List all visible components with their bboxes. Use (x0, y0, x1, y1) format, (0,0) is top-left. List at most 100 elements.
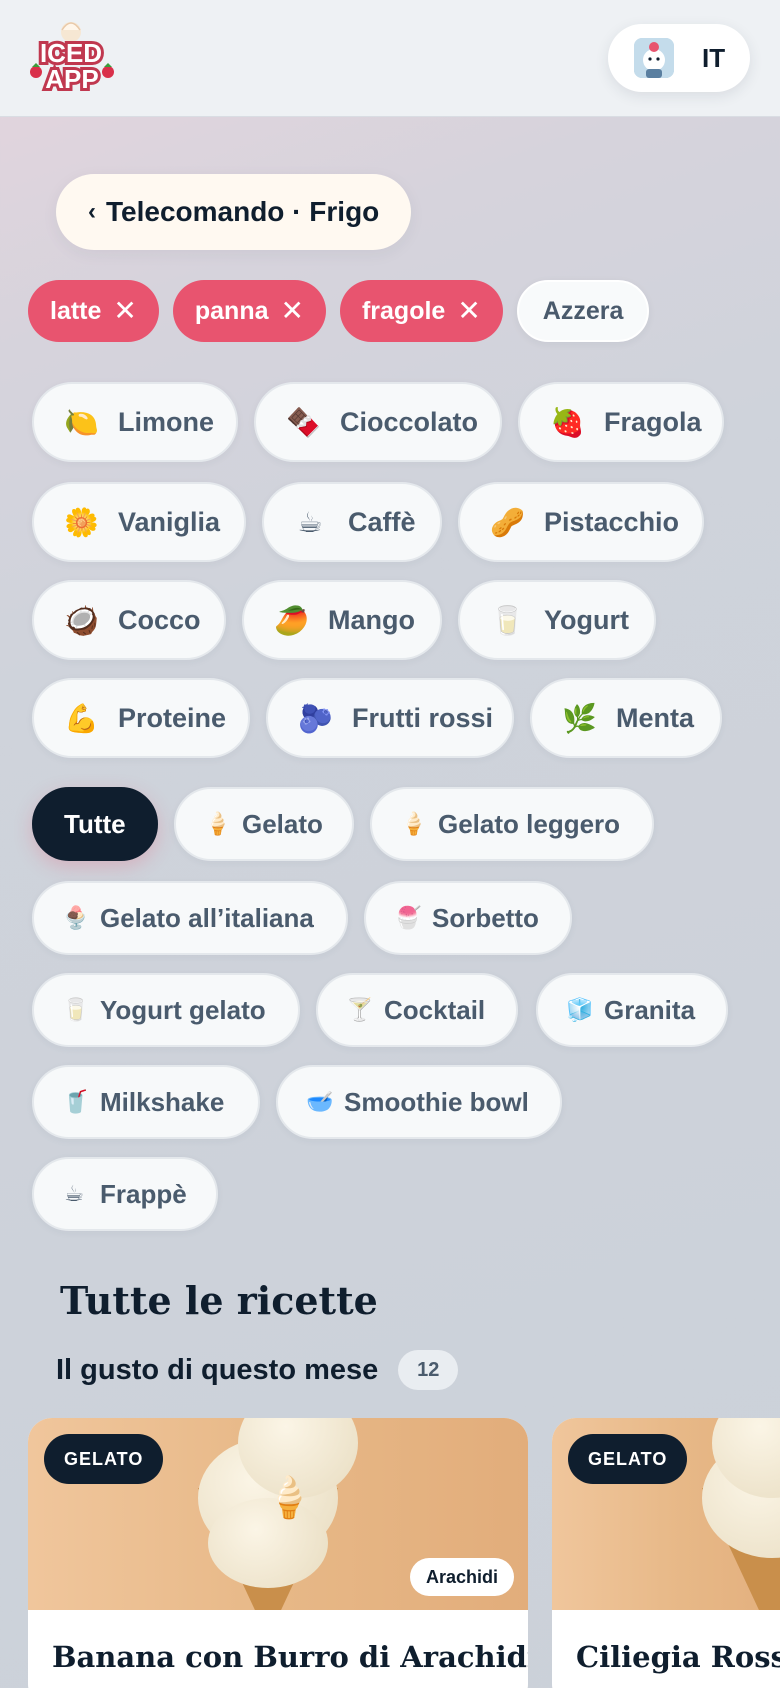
flavor-pill-cioccolato[interactable]: 🍫 Cioccolato (254, 382, 502, 462)
svg-text:APP: APP (45, 64, 98, 94)
coffee-icon: ☕ (297, 506, 323, 538)
category-label: Granita (604, 994, 696, 1025)
recipe-card[interactable]: 🍦 GELATO Arachidi Banana con Burro di Ar… (28, 1418, 528, 1688)
recipe-card[interactable]: GELATO Ciliegia Rossa (552, 1418, 780, 1688)
flavor-label: Mango (328, 604, 415, 635)
filter-chip-label: latte (50, 296, 102, 325)
section-subtitle: Il gusto di questo mese (56, 1353, 379, 1386)
category-pill-granita[interactable]: 🧊 Granita (536, 973, 728, 1047)
coconut-icon: 🥥 (64, 604, 99, 636)
cup-with-straw-icon: 🥤 (62, 1089, 90, 1114)
filter-chip-fragole[interactable]: fragole ✕ (339, 280, 503, 342)
iced-app-logo[interactable]: ICED APP (26, 18, 116, 96)
category-pill-smoothie-bowl[interactable]: 🥣 Smoothie bowl (276, 1065, 562, 1139)
category-label: Tutte (64, 808, 126, 839)
category-pill-yogurt-gelato[interactable]: 🥛 Yogurt gelato (32, 973, 300, 1047)
language-selector[interactable]: IT (608, 24, 750, 92)
category-label: Gelato (242, 808, 323, 839)
category-pill-gelato[interactable]: 🍦 Gelato (174, 787, 354, 861)
category-label: Sorbetto (432, 902, 539, 933)
bowl-icon: 🥣 (306, 1089, 334, 1114)
flavor-pill-limone[interactable]: 🍋 Limone (32, 382, 238, 462)
category-label: Milkshake (100, 1086, 225, 1117)
cocktail-glass-icon: 🍸 (346, 997, 374, 1022)
flavor-label: Proteine (118, 702, 227, 733)
lemon-icon: 🍋 (64, 406, 99, 438)
category-pill-milkshake[interactable]: 🥤 Milkshake (32, 1065, 260, 1139)
flavor-label: Cocco (118, 604, 201, 635)
flavor-pill-mango[interactable]: 🥭 Mango (242, 580, 442, 660)
strawberry-icon: 🍓 (550, 406, 585, 438)
category-pill-gelato-allitaliana[interactable]: 🍨 Gelato all’italiana (32, 881, 348, 955)
ice-cream-cup-icon: 🍨 (62, 905, 90, 930)
flavor-label: Caffè (348, 506, 416, 537)
blueberries-icon: 🫐 (298, 702, 333, 734)
recipe-category-badge: GELATO (568, 1434, 688, 1484)
recipe-title: Banana con Burro di Arachidi (52, 1640, 528, 1674)
category-label: Frappè (100, 1178, 187, 1209)
category-label: Smoothie bowl (344, 1086, 529, 1117)
ice-cream-cone-icon: 🍦 (400, 811, 428, 836)
recipe-category-badge: GELATO (44, 1434, 164, 1484)
flavor-label: Menta (616, 702, 695, 733)
breadcrumb-label: Telecomando · Frigo (106, 196, 380, 227)
category-pill-tutte[interactable]: Tutte (32, 787, 158, 861)
filter-chip-latte[interactable]: latte ✕ (28, 280, 159, 342)
close-icon[interactable]: ✕ (457, 297, 480, 325)
breadcrumb-back-button[interactable]: ‹ Telecomando · Frigo (56, 174, 412, 250)
milk-glass-icon: 🥛 (490, 604, 525, 636)
ice-cube-icon: 🧊 (566, 997, 594, 1022)
flavor-pill-pistacchio[interactable]: 🥜 Pistacchio (458, 482, 704, 562)
flavor-pill-frutti-rossi[interactable]: 🫐 Frutti rossi (266, 678, 514, 758)
category-label: Gelato all’italiana (100, 902, 314, 933)
flavor-label: Vaniglia (118, 506, 221, 537)
flavor-pill-yogurt[interactable]: 🥛 Yogurt (458, 580, 656, 660)
flavor-label: Fragola (604, 406, 702, 437)
flavor-label: Limone (118, 406, 215, 437)
recipe-title: Ciliegia Rossa (576, 1640, 780, 1674)
flavor-label: Frutti rossi (352, 702, 494, 733)
category-pill-cocktail[interactable]: 🍸 Cocktail (316, 973, 518, 1047)
filter-chip-panna[interactable]: panna ✕ (172, 280, 326, 342)
section-subheader: Il gusto di questo mese 12 (56, 1350, 459, 1390)
app-header: ICED APP IT (0, 0, 780, 117)
ice-cream-cone-icon: 🍦 (204, 811, 232, 836)
coffee-icon: ☕ (64, 1181, 84, 1206)
section-title: Tutte le ricette (60, 1278, 378, 1323)
flavor-pill-proteine[interactable]: 💪 Proteine (32, 678, 250, 758)
flavor-label: Cioccolato (340, 406, 479, 437)
shaved-ice-icon: 🍧 (394, 905, 422, 930)
filter-chip-label: fragole (361, 296, 446, 325)
flavor-pill-fragola[interactable]: 🍓 Fragola (518, 382, 724, 462)
close-icon[interactable]: ✕ (113, 297, 136, 325)
chocolate-icon: 🍫 (286, 406, 321, 438)
herb-icon: 🌿 (562, 702, 597, 734)
ice-cream-cone-icon: 🍦 (264, 1476, 314, 1520)
peanut-icon: 🥜 (490, 506, 525, 538)
chevron-left-icon: ‹ (88, 198, 96, 225)
flavor-pill-menta[interactable]: 🌿 Menta (530, 678, 722, 758)
category-pill-gelato-leggero[interactable]: 🍦 Gelato leggero (370, 787, 654, 861)
flower-icon: 🌼 (64, 506, 99, 538)
flavor-pill-cocco[interactable]: 🥥 Cocco (32, 580, 226, 660)
flavor-pill-caffe[interactable]: ☕ Caffè (262, 482, 442, 562)
mascot-avatar (634, 38, 674, 78)
category-pill-frappe[interactable]: ☕ Frappè (32, 1157, 218, 1231)
flexed-bicep-icon: 💪 (64, 702, 99, 734)
milk-glass-icon: 🥛 (62, 997, 90, 1022)
category-pill-sorbetto[interactable]: 🍧 Sorbetto (364, 881, 572, 955)
category-label: Yogurt gelato (100, 994, 266, 1025)
active-filters: latte ✕ panna ✕ fragole ✕ Azzera (28, 280, 650, 342)
flavor-label: Pistacchio (544, 506, 680, 537)
category-label: Gelato leggero (438, 808, 621, 839)
flavor-pill-vaniglia[interactable]: 🌼 Vaniglia (32, 482, 246, 562)
reset-filters-button[interactable]: Azzera (516, 280, 650, 342)
filter-chip-label: panna (194, 296, 269, 325)
category-label: Cocktail (384, 994, 486, 1025)
flavor-label: Yogurt (544, 604, 629, 635)
recipe-count-badge: 12 (398, 1350, 459, 1390)
language-code: IT (702, 42, 726, 73)
close-icon[interactable]: ✕ (281, 297, 304, 325)
mango-icon: 🥭 (274, 604, 309, 636)
recipe-ingredient-tag: Arachidi (409, 1558, 514, 1596)
